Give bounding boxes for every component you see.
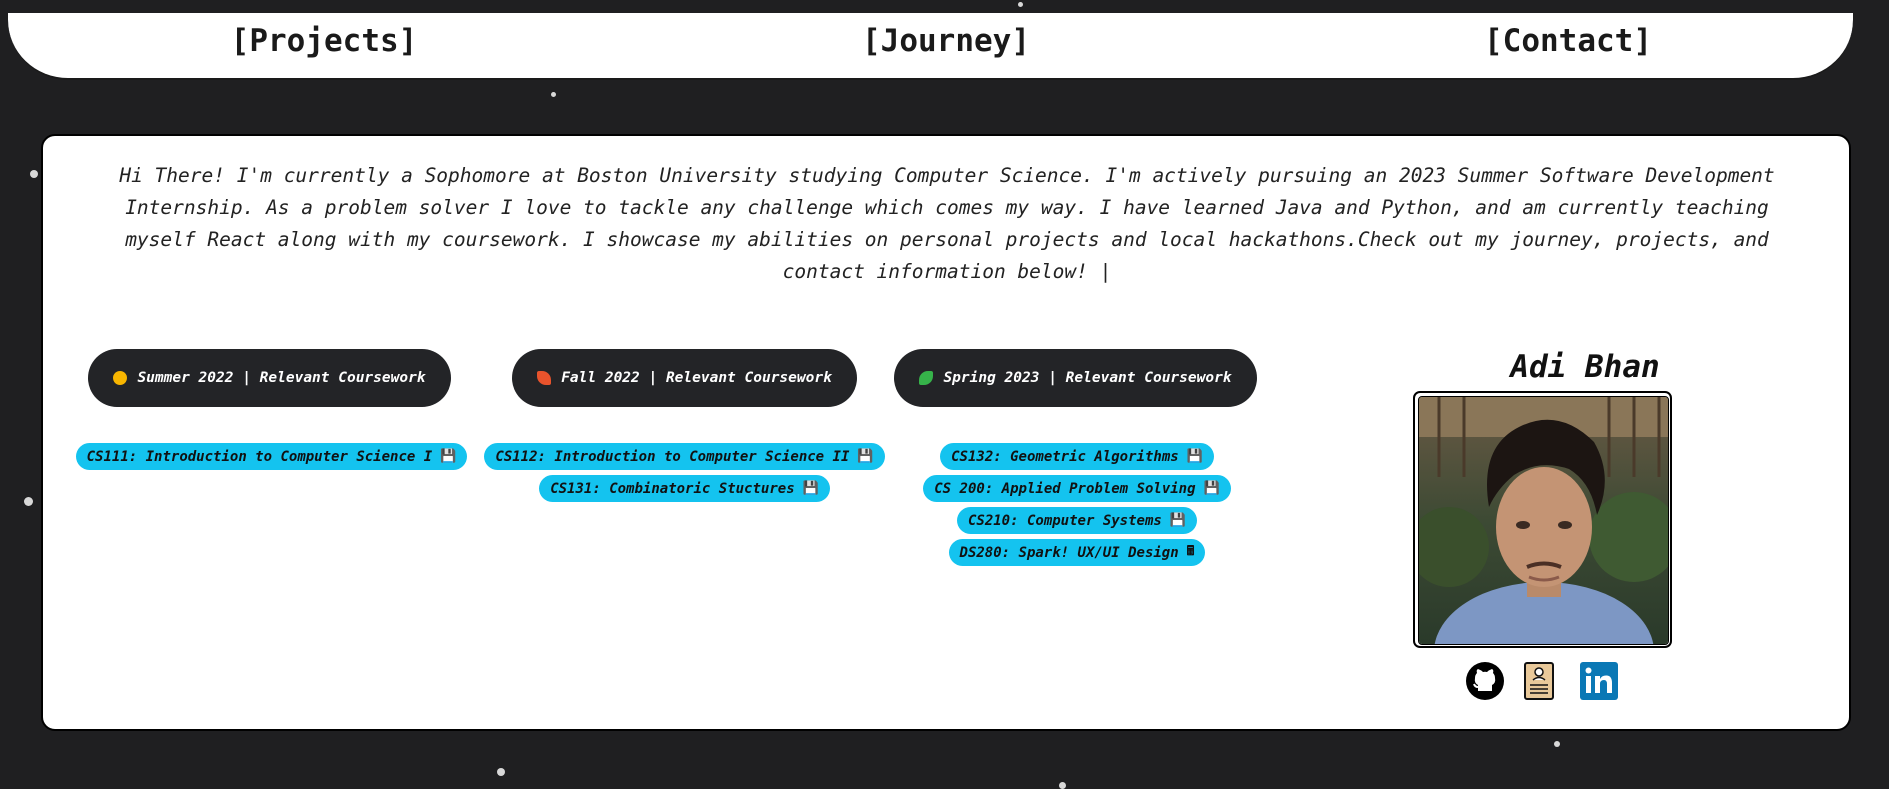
term-pill-fall-2022[interactable]: Fall 2022 | Relevant Coursework — [512, 349, 857, 407]
about-card: Hi There! I'm currently a Sophomore at B… — [41, 134, 1851, 731]
top-navbar: [Projects] [Journey] [Contact] — [8, 13, 1853, 80]
course-label: CS111: Introduction to Computer Science … — [86, 448, 433, 465]
course-chip[interactable]: CS210: Computer Systems 💾 — [956, 507, 1198, 534]
sun-icon — [113, 371, 128, 385]
course-label: CS131: Combinatoric Stuctures — [550, 480, 795, 497]
star-decoration — [24, 497, 33, 506]
course-label: CS 200: Applied Problem Solving — [934, 480, 1196, 497]
profile-photo — [1413, 391, 1672, 648]
term-label: Summer 2022 | Relevant Coursework — [137, 370, 426, 386]
calculator-icon: 🖩 — [1186, 543, 1195, 559]
star-decoration — [1554, 741, 1560, 747]
course-list-summer-2022: CS111: Introduction to Computer Science … — [66, 443, 477, 470]
star-decoration — [1059, 782, 1066, 789]
floppy-disk-icon: 💾 — [1169, 513, 1187, 528]
floppy-disk-icon: 💾 — [802, 481, 819, 496]
star-decoration — [551, 92, 556, 97]
nav-contact-link[interactable]: [Contact] — [1484, 23, 1652, 59]
profile-name: Adi Bhan — [1510, 349, 1660, 385]
course-label: CS210: Computer Systems — [967, 512, 1162, 529]
intro-paragraph: Hi There! I'm currently a Sophomore at B… — [85, 160, 1809, 288]
course-list-spring-2023: CS132: Geometric Algorithms 💾 CS 200: Ap… — [902, 443, 1252, 566]
course-chip[interactable]: CS111: Introduction to Computer Science … — [75, 443, 468, 470]
course-chip[interactable]: DS280: Spark! UX/UI Design 🖩 — [948, 539, 1206, 566]
portrait-image — [1418, 396, 1669, 645]
sprout-leaf-icon — [919, 371, 934, 385]
course-label: CS112: Introduction to Computer Science … — [495, 448, 850, 465]
floppy-disk-icon: 💾 — [1203, 481, 1220, 496]
floppy-disk-icon: 💾 — [857, 449, 874, 464]
term-label: Spring 2023 | Relevant Coursework — [943, 370, 1232, 386]
term-pill-summer-2022[interactable]: Summer 2022 | Relevant Coursework — [88, 349, 451, 407]
course-chip[interactable]: CS131: Combinatoric Stuctures 💾 — [539, 475, 830, 502]
resume-icon[interactable] — [1523, 661, 1555, 701]
course-chip[interactable]: CS 200: Applied Problem Solving 💾 — [923, 475, 1231, 502]
nav-journey-link[interactable]: [Journey] — [862, 23, 1030, 59]
floppy-disk-icon: 💾 — [1186, 449, 1203, 464]
github-icon[interactable] — [1465, 661, 1505, 701]
nav-projects-link[interactable]: [Projects] — [231, 23, 418, 59]
typing-cursor: | — [1099, 260, 1112, 283]
course-chip[interactable]: CS132: Geometric Algorithms 💾 — [940, 443, 1214, 470]
course-chip[interactable]: CS112: Introduction to Computer Science … — [484, 443, 885, 470]
linkedin-icon[interactable] — [1580, 661, 1619, 701]
course-list-fall-2022: CS112: Introduction to Computer Science … — [475, 443, 894, 502]
term-pill-spring-2023[interactable]: Spring 2023 | Relevant Coursework — [894, 349, 1257, 407]
course-label: DS280: Spark! UX/UI Design — [959, 544, 1179, 561]
floppy-disk-icon: 💾 — [440, 449, 457, 464]
intro-text: Hi There! I'm currently a Sophomore at B… — [119, 164, 1775, 283]
star-decoration — [497, 768, 505, 776]
term-label: Fall 2022 | Relevant Coursework — [561, 370, 832, 386]
star-decoration — [30, 170, 38, 178]
course-label: CS132: Geometric Algorithms — [951, 448, 1179, 465]
autumn-leaf-icon — [537, 371, 552, 385]
star-decoration — [1018, 2, 1023, 7]
